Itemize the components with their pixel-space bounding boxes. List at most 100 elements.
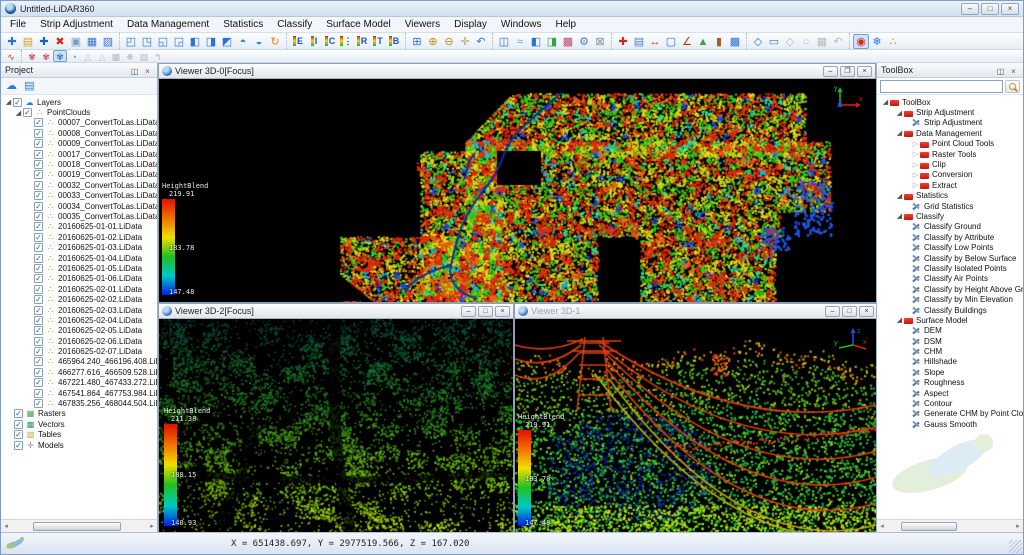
undo-selection-icon[interactable]: ↶ [830,34,846,49]
toolbox-tree-item[interactable]: DEM [877,326,1023,336]
project-tree-item[interactable]: ✓∴00033_ConvertToLas.LiData [1,191,157,201]
search-icon[interactable] [1005,80,1020,93]
menu-classify[interactable]: Classify [270,17,319,33]
project-tree-item[interactable]: ✓∴465964.240_466196.408.LiData [1,357,157,367]
project-tree-item[interactable]: ✓∴20160625-02-06.LiData [1,336,157,346]
front-view-icon[interactable]: ◰ [123,34,139,49]
top-view-icon[interactable]: ◧ [187,34,203,49]
toolbox-tree-item[interactable]: Generate CHM by Point Cloud [877,409,1023,419]
display-by-time-icon[interactable]: T [370,34,386,49]
measure-volume-icon[interactable]: ▮ [711,34,727,49]
project-tree-item[interactable]: ✓∴20160625-01-04.LiData [1,253,157,263]
toolbox-tree-item[interactable]: Hillshade [877,357,1023,367]
layer-checkbox[interactable]: ✓ [34,357,43,366]
select-pentagon-icon[interactable]: ◇ [782,34,798,49]
select-rectangle-icon[interactable]: ▭ [766,34,782,49]
mountain-profile-tool-icon[interactable]: △ [81,50,95,62]
project-tree-item[interactable]: ✓▩Vectors [1,419,157,429]
toolbox-tree-item[interactable]: Classify Air Points [877,274,1023,284]
menu-help[interactable]: Help [549,17,584,33]
measure-height-icon[interactable]: ▲ [695,34,711,49]
layer-checkbox[interactable]: ✓ [34,150,43,159]
dock-float-button[interactable]: ◫ [129,65,140,76]
viewer-3d-icon[interactable]: ◧ [528,34,544,49]
project-tree-item[interactable]: ✓▦Rasters [1,409,157,419]
viewer-3d-1-canvas[interactable] [515,319,877,533]
layer-checkbox[interactable]: ✓ [34,222,43,231]
project-tree-item[interactable]: ✓∴467221.480_467433.272.LiData [1,378,157,388]
clipboard-icon[interactable]: ▣ [68,34,84,49]
expander-icon[interactable]: ◢ [895,316,904,324]
layer-checkbox[interactable]: ✓ [34,368,43,377]
render-ball-icon[interactable]: ◉ [853,34,869,49]
project-tree-item[interactable]: ✓∴00008_ConvertToLas.LiData [1,128,157,138]
zoom-in-icon[interactable]: ⊕ [425,34,441,49]
toolbox-tree-item[interactable]: Classify Buildings [877,305,1023,315]
snowflake-tool-icon[interactable]: ❋ [123,50,137,62]
viewer-restore-button[interactable]: ❐ [840,66,855,77]
project-tree-item[interactable]: ◢✓∴PointClouds [1,107,157,117]
add-data-icon[interactable]: ✚ [36,34,52,49]
layer-checkbox[interactable]: ✓ [34,170,43,179]
capture-view-icon[interactable]: ◒ [251,34,267,49]
viewer-maximize-button[interactable]: □ [842,306,857,317]
project-tree-item[interactable]: ✓∴20160625-01-06.LiData [1,274,157,284]
measure-area-icon[interactable]: ▢ [663,34,679,49]
minimize-button[interactable]: – [961,3,979,15]
expander-icon[interactable]: ▷ [911,161,920,169]
save-selection-icon[interactable]: ▦ [814,34,830,49]
expander-icon[interactable]: ◢ [881,98,890,106]
project-tree-item[interactable]: ✓∴466277.616_466509.528.LiData [1,367,157,377]
menu-statistics[interactable]: Statistics [216,17,270,33]
toolbox-tree-item[interactable]: Slope [877,367,1023,377]
dome-view-icon[interactable]: ◓ [235,34,251,49]
viewer-profile-icon[interactable]: ▩ [560,34,576,49]
project-tree-item[interactable]: ✓∴20160625-02-05.LiData [1,326,157,336]
toolbox-tree-item[interactable]: ▷Conversion [877,170,1023,180]
expander-icon[interactable]: ▷ [911,140,920,148]
expander-icon[interactable]: ◢ [895,212,904,220]
layer-checkbox[interactable]: ✓ [34,285,43,294]
layer-checkbox[interactable]: ✓ [34,129,43,138]
expander-icon[interactable]: ◢ [895,192,904,200]
display-by-return-icon[interactable]: R [354,34,370,49]
measure-angle-icon[interactable]: ∠ [679,34,695,49]
viewer-close-button[interactable]: × [495,306,510,317]
measure-info-icon[interactable]: ▤ [631,34,647,49]
toolbox-tree-item[interactable]: ◢Data Management [877,128,1023,138]
project-hscrollbar[interactable]: ◂ ▸ [1,519,157,532]
undo-edit-tool-icon[interactable]: ↰ [151,50,165,62]
project-tree-item[interactable]: ✓∴00032_ConvertToLas.LiData [1,180,157,190]
viewer-3d-2-titlebar[interactable]: Viewer 3D-2[Focus] – □ × [159,304,513,319]
render-points-icon[interactable]: ∴ [885,34,901,49]
scroll-right-icon[interactable]: ▸ [147,522,157,530]
zoom-out-icon[interactable]: ⊖ [441,34,457,49]
project-tree-item[interactable]: ✓∴20160625-02-03.LiData [1,305,157,315]
layer-checkbox[interactable]: ✓ [34,233,43,242]
expander-icon[interactable]: ◢ [895,129,904,137]
layer-checkbox[interactable]: ✓ [23,108,32,117]
bottom-view-icon[interactable]: ◨ [203,34,219,49]
scroll-left-icon[interactable]: ◂ [877,522,887,530]
project-tree-item[interactable]: ✓∴20160625-02-01.LiData [1,284,157,294]
project-tree-item[interactable]: ✓∴20160625-01-02.LiData [1,232,157,242]
expander-icon[interactable]: ▷ [911,181,920,189]
viewer-close-button[interactable]: × [859,306,874,317]
layer-checkbox[interactable]: ✓ [34,160,43,169]
layer-checkbox[interactable]: ✓ [34,118,43,127]
toolbox-tree-item[interactable]: Aspect [877,388,1023,398]
viewer-3d-2-canvas[interactable] [159,319,513,533]
viewer-minimize-button[interactable]: – [461,306,476,317]
project-tree-item[interactable]: ✓∴20160625-01-01.LiData [1,222,157,232]
profile-tool-icon[interactable]: ∿ [4,50,18,62]
layer-checkbox[interactable]: ✓ [14,409,23,418]
toolbox-search-input[interactable] [880,80,1003,93]
layer-checkbox[interactable]: ✓ [14,441,23,450]
layer-checkbox[interactable]: ✓ [13,98,22,107]
layer-checkbox[interactable]: ✓ [34,306,43,315]
expander-icon[interactable]: ▷ [911,150,920,158]
toolbox-tree-item[interactable]: Contour [877,398,1023,408]
viewer-3d-1-titlebar[interactable]: Viewer 3D-1 – □ × [515,304,877,319]
project-tree-item[interactable]: ✓∴20160625-02-02.LiData [1,294,157,304]
menu-display[interactable]: Display [447,17,494,33]
